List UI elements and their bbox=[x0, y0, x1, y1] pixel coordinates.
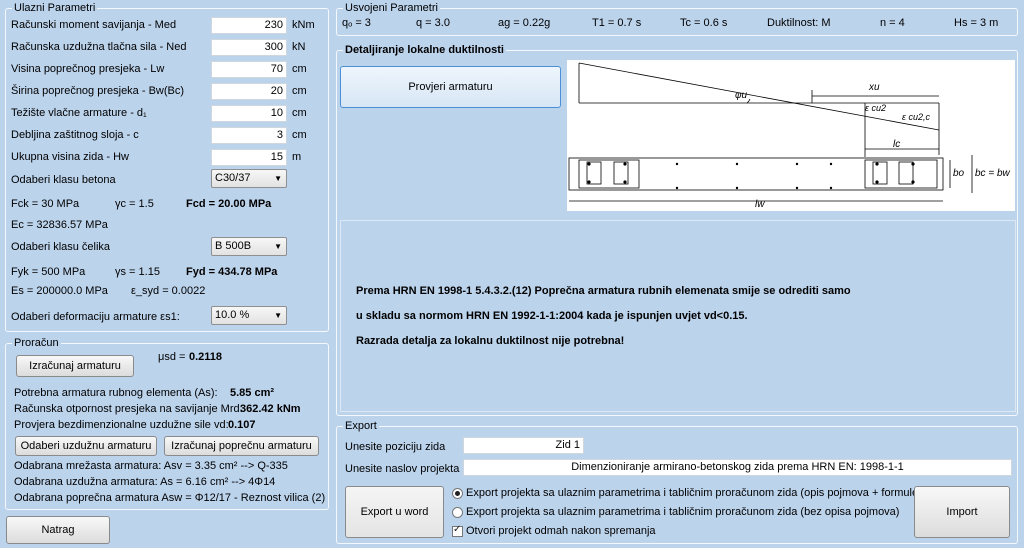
input-parameters-title: Ulazni Parametri bbox=[12, 2, 98, 14]
back-button[interactable]: Natrag bbox=[6, 516, 110, 544]
steel-class-value: B 500B bbox=[215, 240, 252, 252]
transverse-reinforcement-text: Odabrana poprečna armatura Asw = Φ12/17 … bbox=[14, 492, 326, 504]
wall-position-label: Unesite poziciju zida bbox=[345, 441, 446, 453]
steel-class-select[interactable]: B 500B ▼ bbox=[211, 237, 287, 256]
adopted-parameters-title: Usvojeni Parametri bbox=[343, 2, 440, 14]
open-after-save-label[interactable]: Otvori projekt odmah nakon spremanja bbox=[466, 524, 656, 538]
vd-label: Provjera bezdimenzionalne uzdužne sile v… bbox=[14, 419, 229, 431]
mrd-label: Računska otpornost presjeka na savijanje… bbox=[14, 403, 243, 415]
d1-unit: cm bbox=[292, 107, 307, 119]
vd-value: 0.107 bbox=[228, 419, 256, 431]
as-value: 5.85 cm² bbox=[230, 387, 275, 399]
calculation-title: Proračun bbox=[12, 337, 61, 349]
export-option-without-descriptions-radio[interactable] bbox=[452, 507, 463, 518]
ned-label: Računska uzdužna tlačna sila - Ned bbox=[11, 41, 187, 53]
d1-input[interactable]: 10 bbox=[211, 105, 287, 122]
hs-value: Hs = 3 m bbox=[954, 17, 999, 29]
wall-position-input[interactable]: Zid 1 bbox=[463, 437, 584, 454]
export-title: Export bbox=[343, 420, 379, 432]
check-reinforcement-button[interactable]: Provjeri armaturu bbox=[340, 66, 561, 108]
lw-input[interactable]: 70 bbox=[211, 61, 287, 78]
musd-value: 0.2118 bbox=[189, 351, 223, 363]
musd-label: μsd = bbox=[158, 351, 186, 363]
q0-value: qₒ = 3 bbox=[342, 17, 371, 29]
gamma-s-value: γs = 1.15 bbox=[115, 266, 160, 278]
detailing-title: Detaljiranje lokalne duktilnosti bbox=[343, 44, 506, 56]
cover-unit: cm bbox=[292, 129, 307, 141]
lc-label: lc bbox=[893, 139, 901, 150]
cover-input[interactable]: 3 bbox=[211, 127, 287, 144]
export-option-with-descriptions-label[interactable]: Export projekta sa ulaznim parametrima i… bbox=[466, 486, 922, 500]
fck-value: Fck = 30 MPa bbox=[11, 198, 80, 210]
export-option-without-descriptions-label[interactable]: Export projekta sa ulaznim parametrima i… bbox=[466, 505, 899, 519]
lw-dimension-label: lw bbox=[755, 199, 765, 210]
ag-value: ag = 0.22g bbox=[498, 17, 551, 29]
cover-label: Debljina zaštitnog sloja - c bbox=[11, 129, 139, 141]
lw-label: Visina poprečnog presjeka - Lw bbox=[11, 63, 165, 75]
t1-value: T1 = 0.7 s bbox=[592, 17, 642, 29]
ned-unit: kN bbox=[292, 41, 306, 53]
hw-unit: m bbox=[292, 151, 302, 163]
concrete-class-label: Odaberi klasu betona bbox=[11, 174, 116, 186]
q-value: q = 3.0 bbox=[416, 17, 450, 29]
bw-unit: cm bbox=[292, 85, 307, 97]
project-title-input[interactable]: Dimenzioniranje armirano-betonskog zida … bbox=[463, 459, 1012, 476]
mrd-value: 362.42 kNm bbox=[240, 403, 301, 415]
chevron-down-icon: ▼ bbox=[274, 242, 282, 251]
xu-label: xu bbox=[869, 82, 880, 93]
longitudinal-reinforcement-text: Odabrana uzdužna armatura: As = 6.16 cm²… bbox=[14, 476, 276, 488]
bo-label: bo bbox=[953, 168, 965, 179]
fyd-value: Fyd = 434.78 MPa bbox=[186, 266, 278, 278]
import-button[interactable]: Import bbox=[914, 486, 1010, 538]
deformation-label: Odaberi deformaciju armature εs1: bbox=[11, 311, 180, 323]
ned-input[interactable]: 300 bbox=[211, 39, 287, 56]
gamma-c-value: γc = 1.5 bbox=[115, 198, 154, 210]
message-line-1: Prema HRN EN 1998-1 5.4.3.2.(12) Poprečn… bbox=[356, 285, 851, 297]
n-value: n = 4 bbox=[880, 17, 905, 29]
bc-bw-label: bc = bw bbox=[975, 168, 1010, 179]
export-word-button[interactable]: Export u word bbox=[345, 486, 444, 538]
ductility-diagram: φu xu ε cu2 ε cu2,c lc bo bc = bw lw bbox=[567, 60, 1015, 211]
ductility-value: Duktilnost: M bbox=[767, 17, 831, 29]
ecu2c-label: ε cu2,c bbox=[902, 112, 930, 122]
calculate-transverse-reinforcement-button[interactable]: Izračunaj poprečnu armaturu bbox=[164, 436, 319, 456]
fyk-value: Fyk = 500 MPa bbox=[11, 266, 86, 278]
calculate-reinforcement-button[interactable]: Izračunaj armaturu bbox=[16, 355, 134, 377]
as-label: Potrebna armatura rubnog elementa (As): bbox=[14, 387, 218, 399]
d1-label: Težište vlačne armature - d₁ bbox=[11, 107, 147, 119]
med-unit: kNm bbox=[292, 19, 315, 31]
eps-syd-value: ε_syd = 0.0022 bbox=[131, 285, 206, 297]
concrete-class-select[interactable]: C30/37 ▼ bbox=[211, 169, 287, 188]
med-input[interactable]: 230 bbox=[211, 17, 287, 34]
steel-class-label: Odaberi klasu čelika bbox=[11, 241, 111, 253]
deformation-value: 10.0 % bbox=[215, 309, 250, 321]
project-title-label: Unesite naslov projekta bbox=[345, 463, 460, 475]
export-option-with-descriptions-radio[interactable] bbox=[452, 488, 463, 499]
mesh-reinforcement-text: Odabrana mrežasta armatura: Asv = 3.35 c… bbox=[14, 460, 288, 472]
phi-u-label: φu bbox=[735, 90, 748, 101]
deformation-select[interactable]: 10.0 % ▼ bbox=[211, 306, 287, 325]
open-after-save-checkbox[interactable] bbox=[452, 524, 463, 537]
message-line-2: u skladu sa normom HRN EN 1992-1-1:2004 … bbox=[356, 310, 748, 322]
med-label: Računski moment savijanja - Med bbox=[11, 19, 177, 31]
ec-value: Ec = 32836.57 MPa bbox=[11, 219, 108, 231]
message-line-3: Razrada detalja za lokalnu duktilnost ni… bbox=[356, 335, 625, 347]
ductility-diagram-svg bbox=[568, 62, 973, 202]
hw-input[interactable]: 15 bbox=[211, 149, 287, 166]
chevron-down-icon: ▼ bbox=[274, 174, 282, 183]
lw-unit: cm bbox=[292, 63, 307, 75]
fcd-value: Fcd = 20.00 MPa bbox=[186, 198, 272, 210]
concrete-class-value: C30/37 bbox=[215, 172, 251, 184]
select-longitudinal-reinforcement-button[interactable]: Odaberi uzdužnu armaturu bbox=[15, 436, 157, 456]
bw-label: Širina poprečnog presjeka - Bw(Bc) bbox=[11, 85, 185, 97]
ecu2-label: ε cu2 bbox=[865, 103, 886, 113]
es-value: Es = 200000.0 MPa bbox=[11, 285, 108, 297]
bw-input[interactable]: 20 bbox=[211, 83, 287, 100]
tc-value: Tc = 0.6 s bbox=[680, 17, 728, 29]
chevron-down-icon: ▼ bbox=[274, 311, 282, 320]
hw-label: Ukupna visina zida - Hw bbox=[11, 151, 129, 163]
